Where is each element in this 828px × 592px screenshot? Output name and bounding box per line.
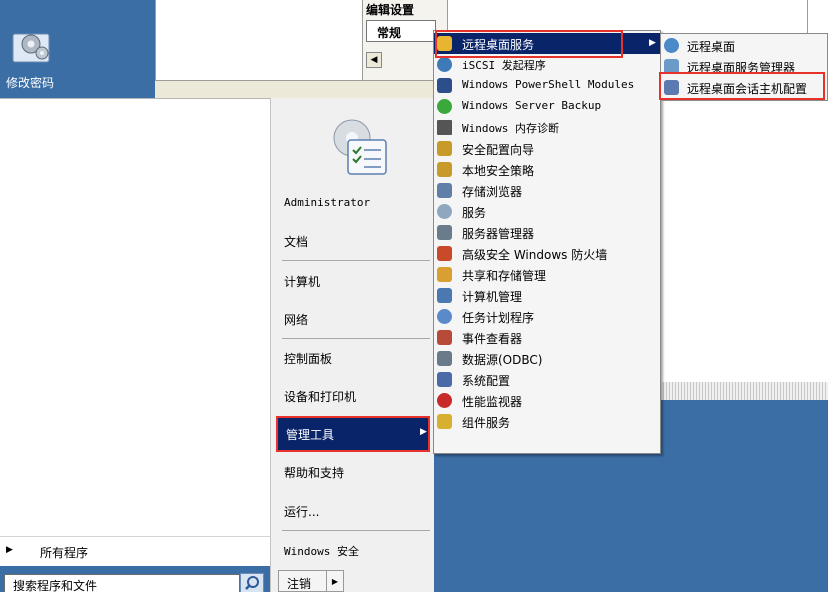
menu-item-odbc[interactable]: 数据源(ODBC) bbox=[434, 348, 660, 369]
scroll-left-button[interactable]: ◀ bbox=[366, 52, 382, 68]
menu-item-server-backup[interactable]: Windows Server Backup bbox=[434, 96, 660, 117]
menu-item-remote-desktop[interactable]: 远程桌面 bbox=[661, 35, 827, 56]
remote-desktop-icon bbox=[664, 38, 679, 53]
wizard-icon bbox=[437, 141, 452, 156]
chevron-right-icon: ▶ bbox=[6, 545, 13, 555]
shortcut-label: 修改密码 bbox=[6, 76, 55, 90]
window-pane bbox=[155, 0, 370, 80]
gear-icon bbox=[12, 33, 50, 63]
services-icon bbox=[437, 204, 452, 219]
menu-item-services[interactable]: 服务 bbox=[434, 201, 660, 222]
component-icon bbox=[437, 414, 452, 429]
tab-general[interactable]: 常规 bbox=[366, 20, 436, 42]
memory-icon bbox=[437, 120, 452, 135]
share-icon bbox=[437, 267, 452, 282]
menu-item-server-manager[interactable]: 服务器管理器 bbox=[434, 222, 660, 243]
all-programs-button[interactable]: ▶ 所有程序 bbox=[0, 536, 270, 566]
sysconfig-icon bbox=[437, 372, 452, 387]
perf-monitor-icon bbox=[437, 393, 452, 408]
menu-item-event-viewer[interactable]: 事件查看器 bbox=[434, 327, 660, 348]
menu-item-run[interactable]: 运行... bbox=[284, 503, 319, 520]
highlight-annotation bbox=[435, 30, 623, 58]
menu-divider bbox=[282, 530, 430, 531]
policy-icon bbox=[437, 162, 452, 177]
menu-item-component-services[interactable]: 组件服务 bbox=[434, 411, 660, 432]
menu-item-computer-management[interactable]: 计算机管理 bbox=[434, 285, 660, 306]
computer-management-icon bbox=[437, 288, 452, 303]
menu-item-devices-printers[interactable]: 设备和打印机 bbox=[284, 388, 356, 405]
menu-item-firewall[interactable]: 高级安全 Windows 防火墙 bbox=[434, 243, 660, 264]
menu-item-performance-monitor[interactable]: 性能监视器 bbox=[434, 390, 660, 411]
menu-item-powershell-modules[interactable]: Windows PowerShell Modules bbox=[434, 75, 660, 96]
shutdown-options-button[interactable]: ▶ bbox=[326, 570, 344, 592]
menu-item-memory-diagnostic[interactable]: Windows 内存诊断 bbox=[434, 117, 660, 138]
admin-tools-menu: 远程桌面服务 iSCSI 发起程序 Windows PowerShell Mod… bbox=[433, 30, 661, 454]
menu-item-storage-explorer[interactable]: 存储浏览器 bbox=[434, 180, 660, 201]
backup-icon bbox=[437, 99, 452, 114]
search-button[interactable] bbox=[240, 573, 264, 592]
logoff-button[interactable]: 注销 bbox=[278, 570, 328, 592]
menu-item-computer[interactable]: 计算机 bbox=[284, 273, 320, 290]
menu-item-task-scheduler[interactable]: 任务计划程序 bbox=[434, 306, 660, 327]
odbc-icon bbox=[437, 351, 452, 366]
admin-tools-label: 管理工具 bbox=[286, 428, 335, 442]
chevron-right-icon: ▶ bbox=[649, 38, 656, 48]
desktop-shortcut[interactable]: 修改密码 bbox=[0, 0, 155, 98]
menu-item-control-panel[interactable]: 控制面板 bbox=[284, 350, 332, 367]
horizontal-scrollbar[interactable] bbox=[155, 80, 435, 98]
highlight-annotation bbox=[659, 72, 825, 100]
iscsi-icon bbox=[437, 57, 452, 72]
chevron-right-icon: ▶ bbox=[420, 427, 427, 437]
storage-icon bbox=[437, 183, 452, 198]
scheduler-icon bbox=[437, 309, 452, 324]
window-pane bbox=[660, 98, 828, 398]
server-manager-icon bbox=[437, 225, 452, 240]
powershell-icon bbox=[437, 78, 452, 93]
pane-border bbox=[660, 382, 828, 400]
menu-divider bbox=[282, 260, 430, 261]
menu-item-help-support[interactable]: 帮助和支持 bbox=[284, 464, 344, 481]
menu-item-local-security-policy[interactable]: 本地安全策略 bbox=[434, 159, 660, 180]
menu-item-administrator[interactable]: Administrator bbox=[284, 196, 370, 209]
menu-item-admin-tools[interactable]: 管理工具 ▶ bbox=[276, 416, 430, 452]
event-viewer-icon bbox=[437, 330, 452, 345]
search-input[interactable]: 搜索程序和文件 bbox=[4, 574, 240, 592]
search-icon bbox=[245, 576, 259, 590]
menu-item-network[interactable]: 网络 bbox=[284, 311, 308, 328]
user-picture-icon bbox=[333, 119, 387, 175]
menu-item-system-configuration[interactable]: 系统配置 bbox=[434, 369, 660, 390]
edit-settings-label: 编辑设置 bbox=[366, 3, 415, 17]
menu-item-share-storage[interactable]: 共享和存储管理 bbox=[434, 264, 660, 285]
menu-divider bbox=[282, 338, 430, 339]
all-programs-label: 所有程序 bbox=[40, 546, 89, 560]
start-menu-programs bbox=[0, 98, 270, 542]
firewall-icon bbox=[437, 246, 452, 261]
menu-item-security-wizard[interactable]: 安全配置向导 bbox=[434, 138, 660, 159]
menu-item-windows-security[interactable]: Windows 安全 bbox=[284, 543, 359, 559]
menu-item-documents[interactable]: 文档 bbox=[284, 233, 308, 250]
